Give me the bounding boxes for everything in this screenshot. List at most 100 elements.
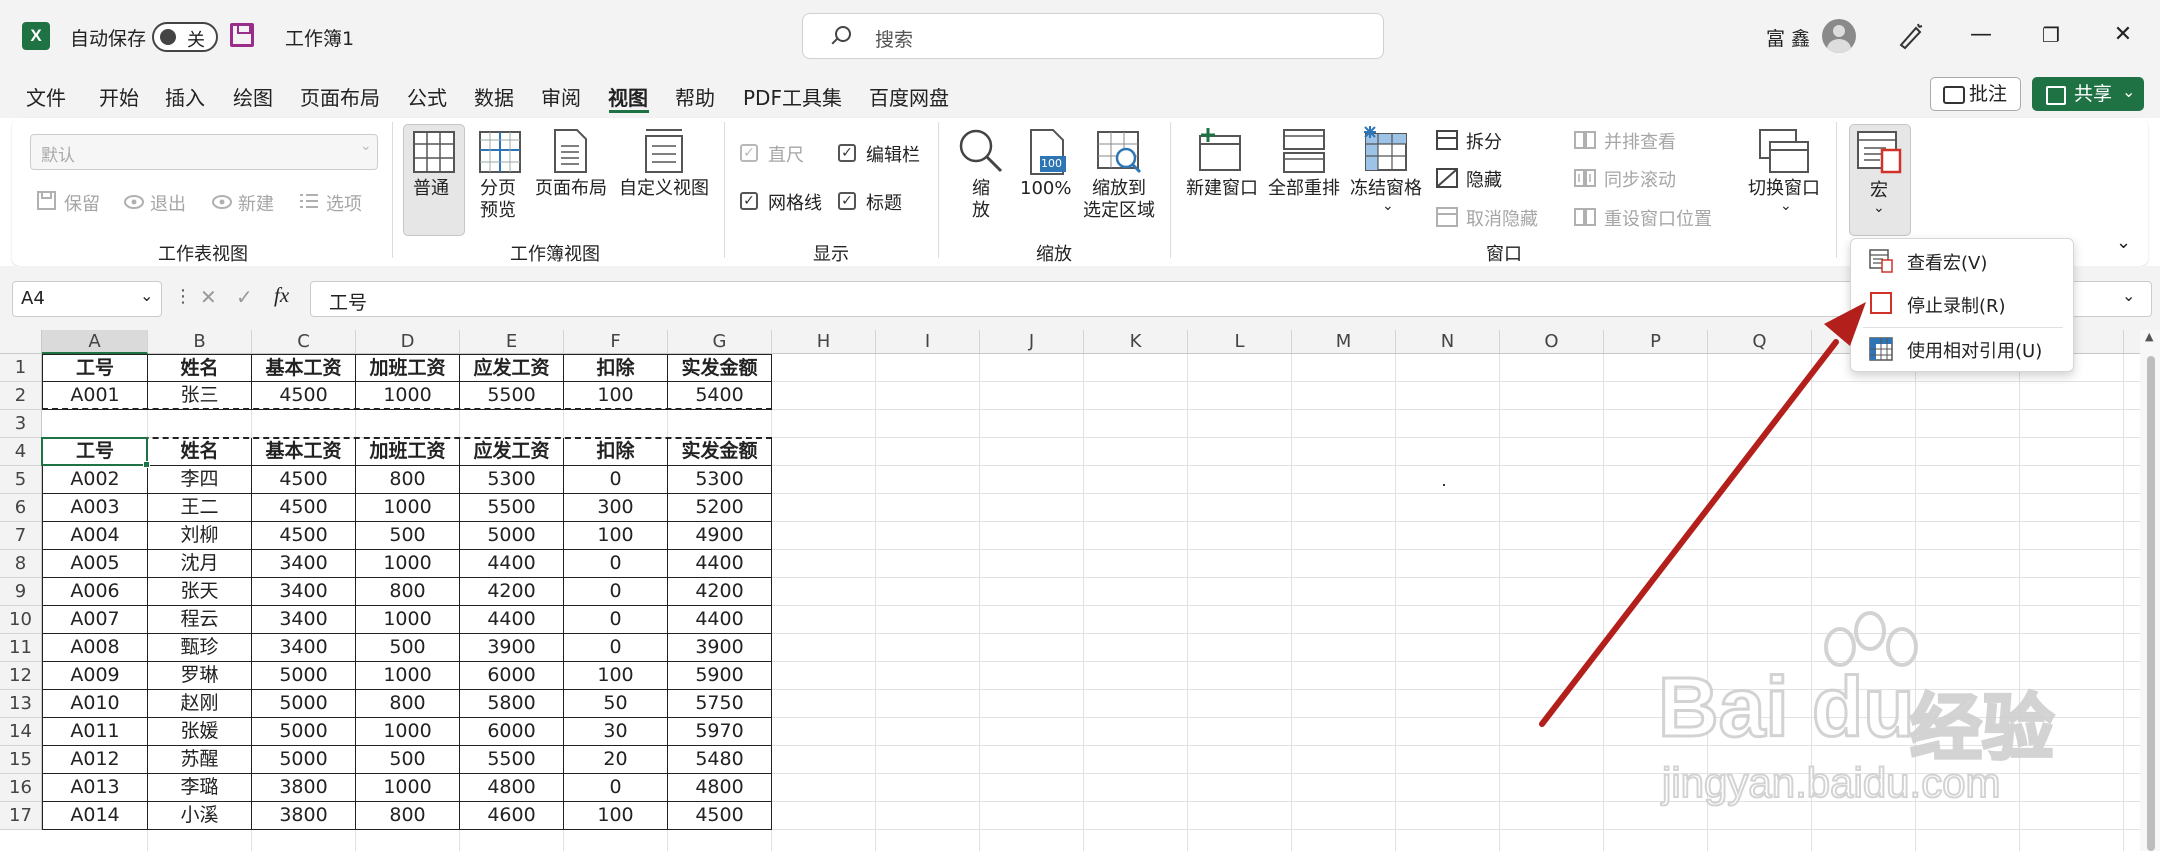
pen-icon[interactable] (1896, 20, 1926, 50)
column-header-l[interactable]: L (1188, 330, 1292, 354)
cell-d11[interactable]: 500 (356, 634, 460, 662)
row-header-1[interactable]: 1 (0, 354, 42, 382)
cell-a8[interactable]: A005 (42, 550, 148, 578)
formula-bar-checkbox[interactable]: ✓ (838, 144, 856, 162)
menu-item-relative-reference[interactable]: 使用相对引用(U) (1907, 337, 2042, 363)
cell-f14[interactable]: 30 (564, 718, 668, 746)
cell-c1[interactable]: 基本工资 (252, 354, 356, 382)
cell-e7[interactable]: 5000 (460, 522, 564, 550)
cell-b8[interactable]: 沈月 (148, 550, 252, 578)
row-header-5[interactable]: 5 (0, 466, 42, 494)
more-options-icon[interactable]: ⋮ (174, 286, 192, 307)
cell-g2[interactable]: 5400 (668, 382, 772, 410)
cell-a2[interactable]: A001 (42, 382, 148, 410)
cell-g11[interactable]: 3900 (668, 634, 772, 662)
scroll-thumb[interactable] (2147, 356, 2155, 851)
column-header-c[interactable]: C (252, 330, 356, 354)
cell-d10[interactable]: 1000 (356, 606, 460, 634)
cancel-formula-icon[interactable]: ✕ (200, 285, 217, 309)
column-header-p[interactable]: P (1604, 330, 1708, 354)
formula-expand-chevron-icon[interactable]: ⌄ (2122, 286, 2135, 305)
restore-button[interactable]: ❐ (2036, 20, 2066, 50)
tab-pdf-tools[interactable]: PDF工具集 (743, 82, 842, 111)
cell-f9[interactable]: 0 (564, 578, 668, 606)
cell-a13[interactable]: A010 (42, 690, 148, 718)
column-header-f[interactable]: F (564, 330, 668, 354)
cell-c16[interactable]: 3800 (252, 774, 356, 802)
cell-a9[interactable]: A006 (42, 578, 148, 606)
cell-f17[interactable]: 100 (564, 802, 668, 830)
tab-view[interactable]: 视图 (608, 82, 648, 111)
cell-d2[interactable]: 1000 (356, 382, 460, 410)
tab-page-layout[interactable]: 页面布局 (300, 82, 380, 111)
cell-c8[interactable]: 3400 (252, 550, 356, 578)
cell-f1[interactable]: 扣除 (564, 354, 668, 382)
row-header-15[interactable]: 15 (0, 746, 42, 774)
menu-item-stop-recording[interactable]: 停止录制(R) (1907, 292, 2006, 318)
insert-function-icon[interactable]: fx (274, 283, 289, 308)
gridlines-checkbox[interactable]: ✓ (740, 192, 758, 210)
tab-review[interactable]: 审阅 (541, 82, 581, 111)
select-all-corner[interactable] (0, 330, 42, 354)
column-header-j[interactable]: J (980, 330, 1084, 354)
cell-b2[interactable]: 张三 (148, 382, 252, 410)
cell-c15[interactable]: 5000 (252, 746, 356, 774)
row-header-6[interactable]: 6 (0, 494, 42, 522)
autosave-toggle[interactable]: 关 (152, 22, 218, 52)
cell-b12[interactable]: 罗琳 (148, 662, 252, 690)
enter-formula-icon[interactable]: ✓ (236, 285, 253, 309)
cell-f12[interactable]: 100 (564, 662, 668, 690)
cell-d1[interactable]: 加班工资 (356, 354, 460, 382)
row-header-4[interactable]: 4 (0, 438, 42, 466)
cell-b9[interactable]: 张天 (148, 578, 252, 606)
cell-c13[interactable]: 5000 (252, 690, 356, 718)
cell-b7[interactable]: 刘柳 (148, 522, 252, 550)
cell-d8[interactable]: 1000 (356, 550, 460, 578)
row-header-10[interactable]: 10 (0, 606, 42, 634)
tab-help[interactable]: 帮助 (675, 82, 715, 111)
tab-home[interactable]: 开始 (99, 82, 139, 111)
cell-e5[interactable]: 5300 (460, 466, 564, 494)
cell-e13[interactable]: 5800 (460, 690, 564, 718)
custom-view-icon[interactable] (642, 128, 686, 174)
cell-a6[interactable]: A003 (42, 494, 148, 522)
column-header-q[interactable]: Q (1708, 330, 1812, 354)
vertical-scrollbar[interactable]: ▲ (2140, 330, 2160, 851)
cell-g4[interactable]: 实发金额 (668, 438, 772, 466)
cell-e2[interactable]: 5500 (460, 382, 564, 410)
cell-f11[interactable]: 0 (564, 634, 668, 662)
cell-c12[interactable]: 5000 (252, 662, 356, 690)
column-header-h[interactable]: H (772, 330, 876, 354)
cell-c2[interactable]: 4500 (252, 382, 356, 410)
cell-g15[interactable]: 5480 (668, 746, 772, 774)
row-header-2[interactable]: 2 (0, 382, 42, 410)
cell-e4[interactable]: 应发工资 (460, 438, 564, 466)
cell-c7[interactable]: 4500 (252, 522, 356, 550)
row-header-12[interactable]: 12 (0, 662, 42, 690)
cell-b15[interactable]: 苏醒 (148, 746, 252, 774)
tab-data[interactable]: 数据 (474, 82, 514, 111)
avatar[interactable] (1822, 19, 1856, 53)
row-header-13[interactable]: 13 (0, 690, 42, 718)
cell-c11[interactable]: 3400 (252, 634, 356, 662)
comment-button[interactable]: 批注 (1930, 77, 2021, 111)
switch-window-icon[interactable] (1758, 128, 1810, 174)
scroll-up-icon[interactable]: ▲ (2145, 330, 2153, 343)
cell-b10[interactable]: 程云 (148, 606, 252, 634)
column-header-m[interactable]: M (1292, 330, 1396, 354)
cell-e10[interactable]: 4400 (460, 606, 564, 634)
cell-d9[interactable]: 800 (356, 578, 460, 606)
cell-e8[interactable]: 4400 (460, 550, 564, 578)
cell-b14[interactable]: 张媛 (148, 718, 252, 746)
cell-f2[interactable]: 100 (564, 382, 668, 410)
cell-g17[interactable]: 4500 (668, 802, 772, 830)
cell-c9[interactable]: 3400 (252, 578, 356, 606)
column-header[interactable] (2124, 330, 2140, 354)
new-window-icon[interactable] (1196, 126, 1244, 174)
tab-file[interactable]: 文件 (26, 82, 66, 111)
cell-e15[interactable]: 5500 (460, 746, 564, 774)
cell-d6[interactable]: 1000 (356, 494, 460, 522)
user-name[interactable]: 富 鑫 (1766, 24, 1810, 51)
cell-f7[interactable]: 100 (564, 522, 668, 550)
cell-a17[interactable]: A014 (42, 802, 148, 830)
